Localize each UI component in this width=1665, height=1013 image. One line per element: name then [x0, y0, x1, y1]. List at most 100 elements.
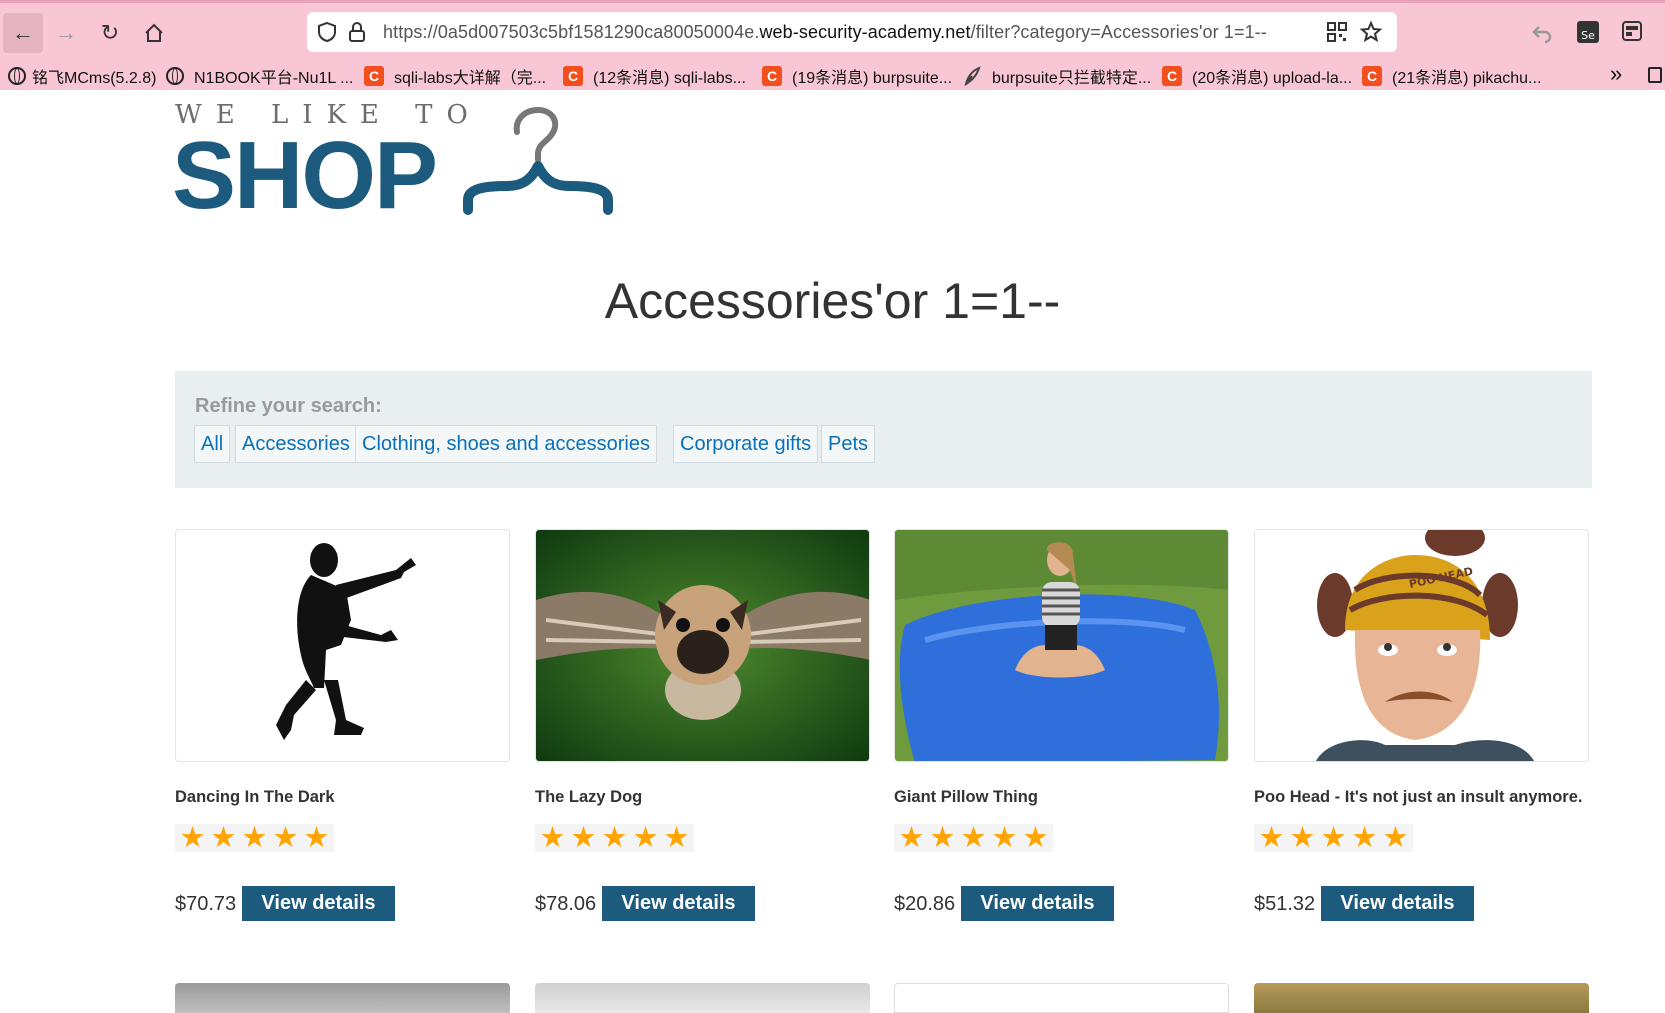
forward-button[interactable]: →	[46, 13, 86, 53]
product-name: The Lazy Dog	[535, 788, 643, 806]
bookmark-item[interactable]: C (12条消息) sqli-labs...	[563, 64, 746, 88]
csdn-icon: C	[563, 66, 583, 86]
product-image-poo-head[interactable]: POO HEAD	[1254, 529, 1589, 762]
view-details-button[interactable]: View details	[961, 886, 1114, 921]
bookmark-label: (20条消息) upload-la...	[1192, 70, 1353, 87]
url-domain: web-security-academy.net	[759, 22, 971, 42]
star-icon: ★	[1320, 822, 1347, 854]
star-icon: ★	[1351, 822, 1378, 854]
view-details-button[interactable]: View details	[242, 886, 395, 921]
filter-corporate-gifts[interactable]: Corporate gifts	[673, 425, 819, 463]
product-image-dancing[interactable]	[175, 529, 510, 762]
star-rating: ★ ★ ★ ★ ★	[535, 822, 694, 854]
csdn-icon: C	[762, 66, 782, 86]
chevron-double-right-icon[interactable]: »	[1610, 61, 1622, 87]
star-icon: ★	[898, 822, 925, 854]
bookmark-item[interactable]: C (21条消息) pikachu...	[1362, 64, 1541, 88]
star-rating: ★ ★ ★ ★ ★	[1254, 822, 1413, 854]
refine-search-panel: Refine your search: All Accessories Clot…	[175, 371, 1592, 488]
bookmark-label: (19条消息) burpsuite...	[792, 70, 953, 87]
globe-icon	[166, 67, 184, 85]
svg-text:Se: Se	[1581, 29, 1595, 42]
product-price: $20.86	[894, 893, 956, 915]
product-image-giant-pillow[interactable]	[894, 529, 1229, 762]
star-rating: ★ ★ ★ ★ ★	[175, 822, 334, 854]
extension-icon[interactable]	[1620, 19, 1644, 43]
bookmark-label: 铭飞MCms(5.2.8)	[32, 70, 157, 87]
star-icon: ★	[1289, 822, 1316, 854]
giant-pillow-image	[895, 530, 1228, 761]
star-icon: ★	[601, 822, 628, 854]
product-name: Poo Head - It's not just an insult anymo…	[1254, 788, 1583, 806]
view-details-button[interactable]: View details	[1321, 886, 1474, 921]
url-prefix: https://0a5d007503c5bf1581290ca80050004e…	[383, 22, 760, 42]
bookmark-star-icon[interactable]	[1359, 20, 1383, 44]
product-image-next[interactable]	[175, 983, 510, 1013]
logo-shop: SHOP	[172, 122, 438, 229]
product-image-lazy-dog[interactable]	[535, 529, 870, 762]
star-icon: ★	[272, 822, 299, 854]
bookmark-label: N1BOOK平台-Nu1L ...	[194, 70, 354, 87]
reload-icon: ↻	[100, 20, 120, 45]
star-icon: ★	[539, 822, 566, 854]
view-details-button[interactable]: View details	[602, 886, 755, 921]
feather-icon	[964, 66, 981, 86]
filter-clothing[interactable]: Clothing, shoes and accessories	[355, 425, 657, 463]
url-text[interactable]: https://0a5d007503c5bf1581290ca80050004e…	[383, 22, 1267, 43]
product-image-next[interactable]	[894, 983, 1229, 1013]
bookmark-label: burpsuite只拦截特定...	[992, 70, 1152, 87]
star-icon: ★	[570, 822, 597, 854]
url-path: /filter?category=Accessories'or 1=1--	[970, 22, 1267, 42]
product-price: $70.73	[175, 893, 237, 915]
csdn-icon: C	[1362, 66, 1382, 86]
star-icon: ★	[1022, 822, 1049, 854]
hanger-logo-icon	[463, 106, 613, 215]
bookmarks-bar: 铭飞MCms(5.2.8) N1BOOK平台-Nu1L ... Csqli-la…	[0, 61, 1665, 91]
bookmark-item[interactable]: 铭飞MCms(5.2.8)	[8, 64, 156, 88]
bookmark-item[interactable]: burpsuite只拦截特定...	[962, 64, 1151, 88]
star-icon: ★	[1258, 822, 1285, 854]
page-title: Accessories'or 1=1--	[604, 273, 1061, 329]
back-button[interactable]: ←	[3, 13, 43, 53]
product-image-next[interactable]	[1254, 983, 1589, 1013]
bookmark-label: (12条消息) sqli-labs...	[593, 70, 746, 87]
poo-head-image: POO HEAD	[1255, 530, 1588, 761]
bookmark-item[interactable]: N1BOOK平台-Nu1L ...	[166, 64, 353, 88]
arrow-right-icon: →	[55, 20, 77, 45]
browser-toolbar: ← → ↻ https://0a5d007503c5bf1581290ca800…	[0, 0, 1665, 90]
undo-icon[interactable]	[1530, 21, 1554, 45]
home-button[interactable]	[134, 13, 174, 53]
csdn-icon: C	[364, 66, 384, 86]
lock-icon	[349, 22, 365, 42]
filter-pets[interactable]: Pets	[821, 425, 876, 463]
dancer-silhouette	[276, 543, 416, 740]
csdn-icon: C	[1162, 66, 1182, 86]
reload-button[interactable]: ↻	[90, 13, 130, 53]
globe-icon	[8, 67, 26, 85]
star-icon: ★	[991, 822, 1018, 854]
star-icon: ★	[929, 822, 956, 854]
bookmark-item[interactable]: C (20条消息) upload-la...	[1162, 64, 1352, 88]
bookmark-item[interactable]: C (19条消息) burpsuite...	[762, 64, 952, 88]
product-name: Dancing In The Dark	[175, 788, 335, 806]
arrow-left-icon: ←	[12, 20, 34, 45]
star-icon: ★	[663, 822, 690, 854]
star-icon: ★	[960, 822, 987, 854]
product-price: $78.06	[535, 893, 597, 915]
star-icon: ★	[241, 822, 268, 854]
bookmark-item[interactable]: Csqli-labs大详解（完...	[364, 64, 546, 88]
address-bar[interactable]: https://0a5d007503c5bf1581290ca80050004e…	[307, 12, 1397, 52]
other-bookmarks-icon[interactable]	[1648, 67, 1662, 83]
selenium-extension-icon[interactable]: Se	[1575, 19, 1601, 45]
filter-accessories[interactable]: Accessories	[235, 425, 357, 463]
star-rating: ★ ★ ★ ★ ★	[894, 822, 1053, 854]
qr-code-icon[interactable]	[1325, 20, 1349, 44]
flying-pug-image	[536, 530, 869, 761]
star-icon: ★	[210, 822, 237, 854]
filter-all[interactable]: All	[194, 425, 231, 463]
bookmark-label: sqli-labs大详解（完...	[394, 70, 547, 87]
product-image-next[interactable]	[535, 983, 870, 1013]
shield-icon	[318, 21, 336, 43]
refine-label: Refine your search:	[195, 395, 382, 417]
product-price: $51.32	[1254, 893, 1316, 915]
